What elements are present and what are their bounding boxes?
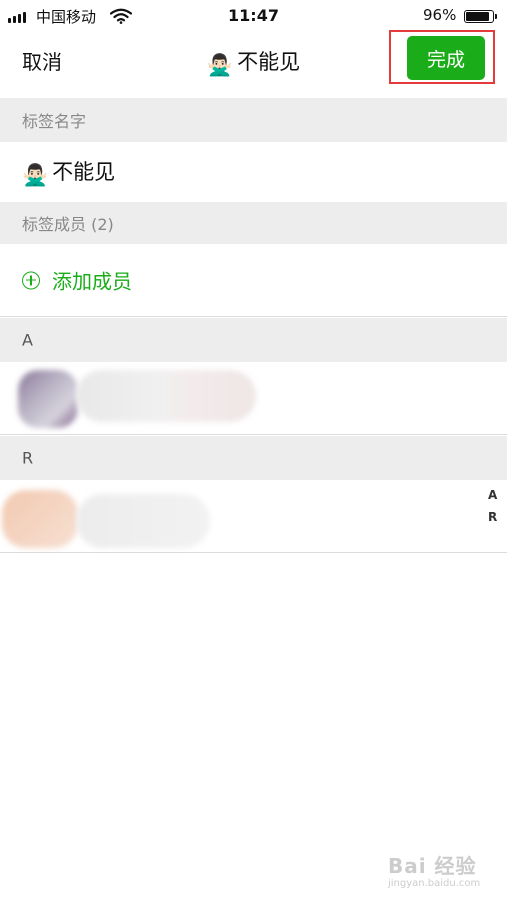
group-header-a: A xyxy=(0,318,507,362)
tag-name-row[interactable]: 🙅🏻‍♂️ 不能见 xyxy=(0,142,507,202)
battery-icon xyxy=(464,10,497,23)
add-circle-icon xyxy=(22,271,40,289)
tag-name-header: 标签名字 xyxy=(0,98,507,142)
members-header: 标签成员 (2) xyxy=(0,202,507,244)
add-member-row[interactable]: 添加成员 xyxy=(0,244,507,316)
status-bar: 中国移动 11:47 96% xyxy=(0,0,507,34)
battery-percent: 96% xyxy=(423,6,457,24)
list-item[interactable] xyxy=(0,362,507,434)
no-gesture-emoji-icon: 🙅🏻‍♂️ xyxy=(22,163,49,187)
divider xyxy=(0,434,507,435)
avatar xyxy=(18,370,78,428)
group-header-r: R xyxy=(0,436,507,480)
divider xyxy=(0,552,507,553)
page-title-text: 不能见 xyxy=(237,50,301,74)
no-gesture-emoji-icon: 🙅🏻‍♂️ xyxy=(206,53,234,77)
list-item[interactable] xyxy=(0,480,507,552)
add-member-label: 添加成员 xyxy=(52,269,132,294)
done-button[interactable]: 完成 xyxy=(407,36,485,80)
contact-name-redacted xyxy=(76,370,256,422)
index-letter-r[interactable]: R xyxy=(488,510,497,524)
contact-name-redacted xyxy=(76,494,210,548)
tag-name-field[interactable]: 🙅🏻‍♂️ 不能见 xyxy=(22,156,115,188)
index-letter-a[interactable]: A xyxy=(488,488,497,502)
avatar xyxy=(2,490,78,548)
add-member-button[interactable]: 添加成员 xyxy=(22,266,132,295)
tag-name-value: 不能见 xyxy=(52,160,116,184)
divider xyxy=(0,316,507,317)
nav-bar: 取消 🙅🏻‍♂️ 不能见 完成 xyxy=(0,30,507,96)
watermark-logo: Bai 经验 jingyan.baidu.com xyxy=(388,854,481,889)
